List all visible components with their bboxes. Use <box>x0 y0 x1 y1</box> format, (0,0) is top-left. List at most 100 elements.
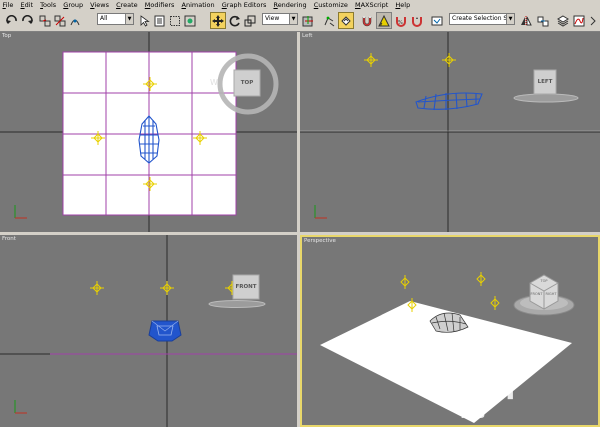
named-selection-set-placeholder: Create Selection Set <box>452 15 514 22</box>
menu-animation[interactable]: Animation <box>179 0 217 10</box>
light-helper[interactable] <box>364 53 456 67</box>
viewport-left[interactable]: Left LEFT <box>300 32 600 232</box>
layer-manager-button[interactable] <box>556 12 570 29</box>
watermark-logo: Bai <box>460 372 516 407</box>
perspective-view-scene <box>320 272 575 423</box>
chevron-down-icon: ▼ <box>125 14 133 24</box>
menu-maxscript[interactable]: MAXScript <box>352 0 390 10</box>
pivot-center-icon <box>302 15 313 26</box>
rectangle-selection-icon <box>170 15 180 26</box>
select-and-rotate-button[interactable] <box>228 12 242 29</box>
move-icon <box>212 14 224 27</box>
use-pivot-center-button[interactable] <box>301 12 315 29</box>
select-and-move-button[interactable] <box>210 12 226 29</box>
space-warp-icon <box>70 19 80 25</box>
spinner-snap-icon <box>412 16 422 27</box>
undo-button[interactable] <box>4 12 19 29</box>
mirror-icon <box>521 15 532 26</box>
redo-icon <box>22 15 33 24</box>
angle-snap-toggle-button[interactable] <box>376 12 392 29</box>
angle-snap-icon <box>378 14 390 26</box>
align-button[interactable] <box>536 12 550 29</box>
viewport-divider-vertical[interactable] <box>297 32 300 427</box>
unlink-icon <box>54 15 66 26</box>
menu-bar: File Edit Tools Group Views Create Modif… <box>0 0 600 10</box>
front-view-scene <box>0 235 297 427</box>
svg-text:%: % <box>398 20 403 26</box>
spinner-snap-button[interactable] <box>410 12 424 29</box>
window-crossing-icon <box>184 15 196 26</box>
curve-editor-button[interactable] <box>572 12 586 29</box>
main-toolbar: All ▼ View ▼ % Create Selection Set ▼ <box>0 10 600 32</box>
reference-coordinate-value: View <box>265 15 280 22</box>
light-helper[interactable] <box>90 281 239 295</box>
viewport-top[interactable]: Top TOP W <box>0 32 297 232</box>
manipulate-icon <box>324 16 335 26</box>
reference-coordinate-dropdown[interactable]: View ▼ <box>262 13 298 25</box>
chevron-right-icon <box>590 16 596 25</box>
viewport-front[interactable]: Front FRONT <box>0 235 297 427</box>
watermark-sub: jing <box>462 406 486 419</box>
named-selection-edit-button[interactable] <box>430 12 444 29</box>
undo-icon <box>6 15 17 24</box>
compass-west-label: W <box>210 77 218 87</box>
redo-button[interactable] <box>20 12 35 29</box>
unlink-button[interactable] <box>53 12 67 29</box>
select-and-scale-button[interactable] <box>243 12 257 29</box>
snaps-toggle-button[interactable] <box>360 12 374 29</box>
selection-filter-value: All <box>100 15 108 22</box>
selection-filter-dropdown[interactable]: All ▼ <box>97 13 134 25</box>
keyboard-override-icon <box>341 15 351 26</box>
menu-graph-editors[interactable]: Graph Editors <box>219 0 269 10</box>
viewport-perspective[interactable]: Perspective FRONT RIGHT TOP <box>300 235 600 427</box>
percent-snap-icon: % <box>396 16 406 27</box>
menu-tools[interactable]: Tools <box>38 0 59 10</box>
keyboard-shortcut-override-button[interactable] <box>338 12 354 29</box>
menu-create[interactable]: Create <box>114 0 141 10</box>
mesh-object[interactable] <box>415 92 483 111</box>
light-helper[interactable] <box>400 272 500 312</box>
named-selection-icon <box>431 16 443 25</box>
chevron-down-icon: ▼ <box>289 14 297 24</box>
top-view-scene <box>0 32 297 232</box>
watermark-brand: Bai <box>460 372 517 407</box>
snap-magnet-icon <box>362 15 372 26</box>
viewcube-perspective-front[interactable]: FRONT <box>529 289 544 299</box>
mirror-button[interactable] <box>519 12 533 29</box>
viewcube-front[interactable]: FRONT <box>233 275 259 299</box>
curve-editor-icon <box>573 15 585 26</box>
scale-icon <box>244 15 256 26</box>
mesh-object[interactable] <box>148 320 182 342</box>
menu-views[interactable]: Views <box>88 0 112 10</box>
menu-help[interactable]: Help <box>393 0 413 10</box>
bind-to-space-warp-button[interactable] <box>68 12 82 29</box>
menu-customize[interactable]: Customize <box>311 0 350 10</box>
layers-icon <box>557 14 569 27</box>
viewcube-perspective-right[interactable]: RIGHT <box>544 289 558 299</box>
select-by-name-icon <box>154 15 165 26</box>
link-icon <box>39 15 51 26</box>
rectangular-selection-button[interactable] <box>168 12 182 29</box>
cursor-icon <box>140 14 150 27</box>
percent-snap-button[interactable]: % <box>394 12 408 29</box>
viewcube-perspective-top[interactable]: TOP <box>536 277 552 285</box>
viewcube-top[interactable]: TOP <box>234 70 260 96</box>
menu-group[interactable]: Group <box>61 0 86 10</box>
select-by-name-button[interactable] <box>153 12 167 29</box>
menu-rendering[interactable]: Rendering <box>271 0 309 10</box>
select-and-manipulate-button[interactable] <box>322 12 336 29</box>
select-and-link-button[interactable] <box>38 12 52 29</box>
toolbar-overflow-button[interactable] <box>588 12 598 29</box>
chevron-down-icon: ▼ <box>506 14 514 24</box>
menu-edit[interactable]: Edit <box>18 0 36 10</box>
named-selection-set-dropdown[interactable]: Create Selection Set ▼ <box>449 13 515 25</box>
rotate-icon <box>229 15 240 26</box>
left-view-scene <box>300 32 600 232</box>
viewcube-left[interactable]: LEFT <box>534 70 556 94</box>
menu-modifiers[interactable]: Modifiers <box>142 0 177 10</box>
align-icon <box>537 16 549 26</box>
window-crossing-button[interactable] <box>183 12 197 29</box>
menu-file[interactable]: File <box>0 0 16 10</box>
select-object-button[interactable] <box>138 12 152 29</box>
viewport-divider-horizontal[interactable] <box>0 232 600 235</box>
